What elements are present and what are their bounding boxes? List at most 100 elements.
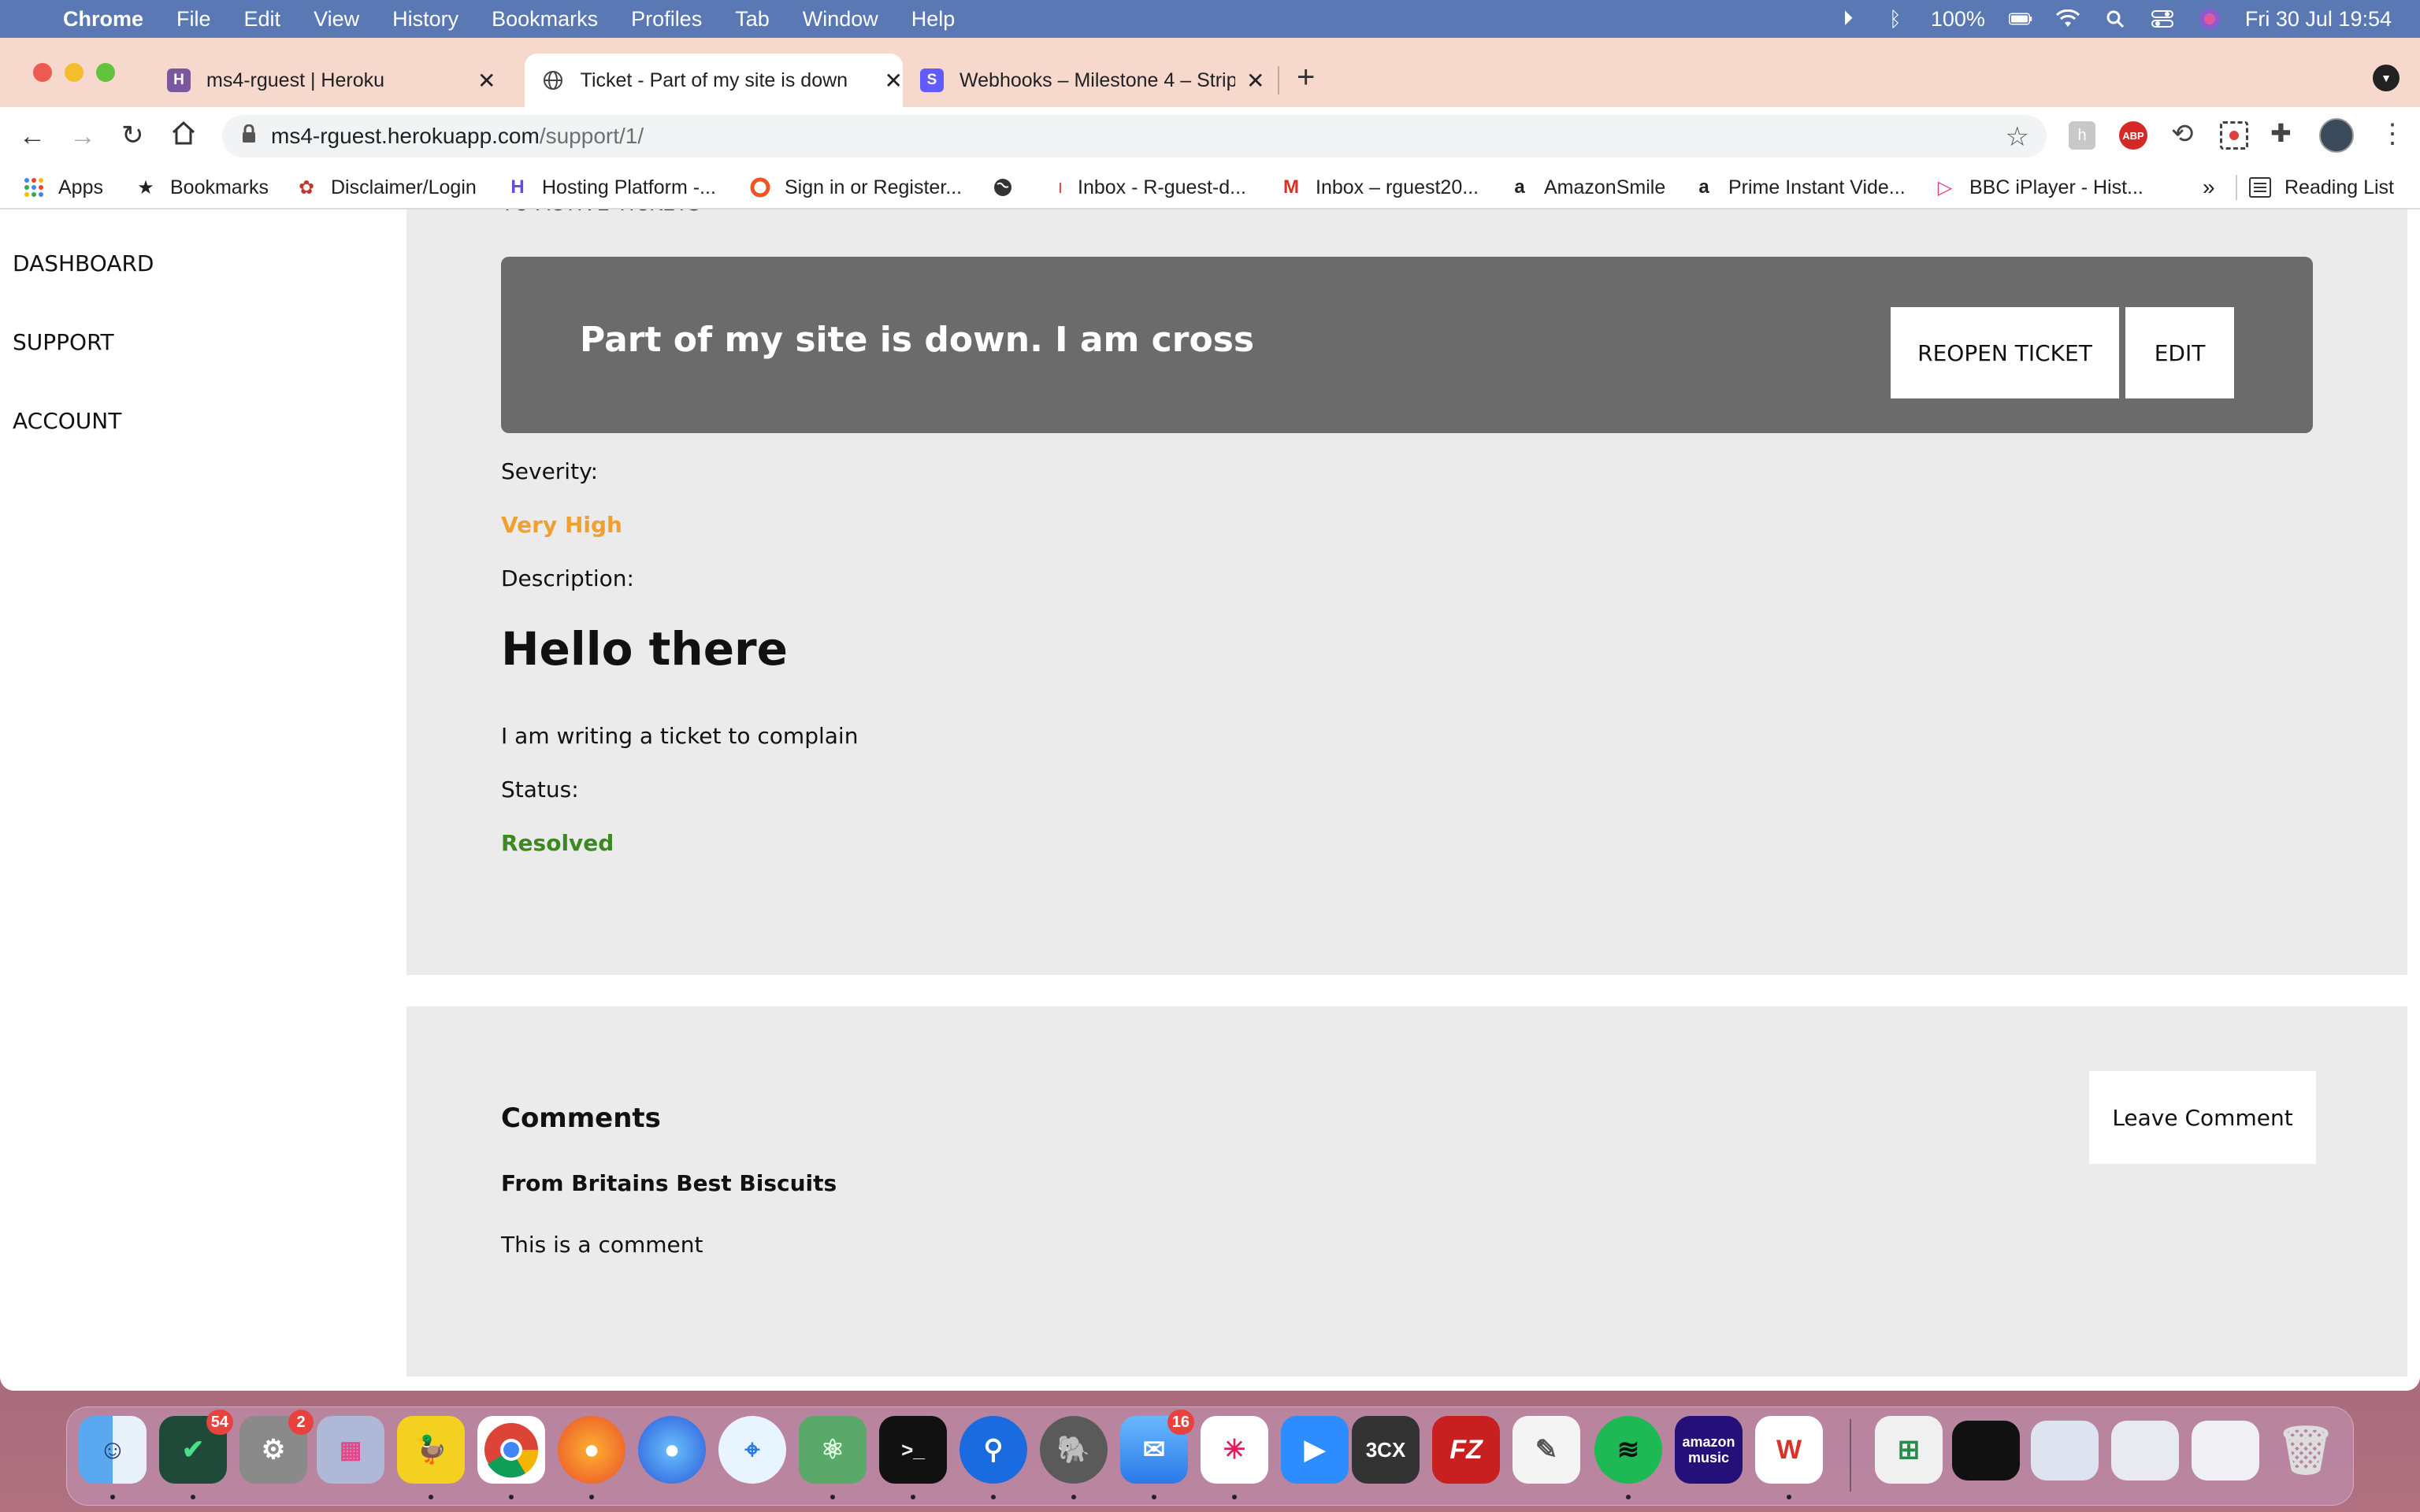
- menu-history[interactable]: History: [392, 7, 458, 32]
- tab-stripe[interactable]: S Webhooks – Milestone 4 – Strip ✕: [914, 54, 1276, 107]
- bookmark-bookmarks[interactable]: ★ Bookmarks: [134, 165, 269, 209]
- sidebar-item-dashboard[interactable]: DASHBOARD: [13, 250, 154, 276]
- menu-file[interactable]: File: [176, 7, 211, 32]
- edit-ticket-button[interactable]: EDIT: [2125, 307, 2234, 398]
- reload-icon[interactable]: ↻: [121, 120, 144, 151]
- tab-heroku[interactable]: H ms4-rguest | Heroku ✕: [154, 54, 517, 107]
- new-tab-plus-icon[interactable]: +: [1297, 60, 1315, 95]
- bookmark-inbox-gmail[interactable]: M Inbox – rguest20...: [1279, 165, 1479, 209]
- battery-percent: 100%: [1930, 6, 1985, 31]
- lock-icon[interactable]: [241, 124, 257, 149]
- leave-comment-button[interactable]: Leave Comment: [2089, 1071, 2316, 1164]
- bookmark-star-icon[interactable]: ☆: [2006, 121, 2029, 153]
- finder-icon[interactable]: ☺: [79, 1416, 147, 1499]
- cyberduck-icon[interactable]: 🦆: [397, 1416, 465, 1499]
- forward-arrow-icon[interactable]: →: [69, 121, 96, 152]
- 3cx-icon[interactable]: 3CX: [1352, 1416, 1420, 1484]
- system-preferences-icon[interactable]: ⚙ 2: [239, 1410, 314, 1484]
- bookmark-hosting-platform[interactable]: H Hosting Platform -...: [506, 165, 716, 209]
- menu-app-name[interactable]: Chrome: [63, 7, 143, 32]
- menu-view[interactable]: View: [314, 7, 359, 32]
- firefox-icon[interactable]: ●: [558, 1416, 625, 1499]
- extension-sync-icon[interactable]: ⟲: [2171, 118, 2194, 150]
- screen-capture-extension-icon[interactable]: [2220, 121, 2248, 150]
- bookmark-prime-video[interactable]: a Prime Instant Vide...: [1692, 165, 1905, 209]
- bookmark-inbox-outlook[interactable]: ı Inbox - R-guest-d...: [1056, 165, 1246, 209]
- home-icon[interactable]: [170, 120, 197, 150]
- bluetooth-icon[interactable]: ᛒ: [1884, 7, 1907, 31]
- spotlight-search-icon[interactable]: [2103, 8, 2127, 30]
- dock-recent-window-thumbnail[interactable]: [2192, 1421, 2259, 1480]
- dock-recent-window-thumbnail[interactable]: [1952, 1421, 2020, 1480]
- adblock-plus-icon[interactable]: ABP: [2119, 121, 2147, 150]
- menu-tab[interactable]: Tab: [735, 7, 770, 32]
- extensions-puzzle-icon[interactable]: ✚: [2270, 118, 2292, 148]
- atom-icon[interactable]: ⚛: [799, 1416, 867, 1499]
- slack-icon[interactable]: ✳: [1201, 1416, 1268, 1499]
- sidebar-item-account[interactable]: ACCOUNT: [13, 408, 121, 434]
- sidebar-item-support[interactable]: SUPPORT: [13, 329, 114, 355]
- bookmark-disclaimer[interactable]: ✿ Disclaimer/Login: [295, 165, 477, 209]
- menu-clock[interactable]: Fri 30 Jul 19:54: [2245, 7, 2392, 32]
- bookmark-globe[interactable]: [991, 165, 1027, 209]
- wifi-icon[interactable]: [2055, 8, 2080, 30]
- settings-badge: 2: [288, 1410, 314, 1435]
- siri-icon[interactable]: [2198, 8, 2221, 30]
- address-bar[interactable]: ms4-rguest.herokuapp.com/support/1/ ☆: [222, 115, 2047, 158]
- menu-help[interactable]: Help: [911, 7, 956, 32]
- bookmark-apps[interactable]: Apps: [22, 165, 103, 209]
- menu-profiles[interactable]: Profiles: [631, 7, 702, 32]
- textedit-icon[interactable]: ✎: [1512, 1416, 1580, 1484]
- window-minimize-button[interactable]: [65, 63, 84, 82]
- bookmark-amazonsmile[interactable]: a AmazonSmile: [1508, 165, 1665, 209]
- launchpad-icon[interactable]: ▦: [317, 1416, 384, 1484]
- trash-icon[interactable]: 🗑: [2272, 1416, 2340, 1484]
- 1password-icon[interactable]: ⚲: [959, 1416, 1027, 1499]
- filezilla-icon[interactable]: FZ: [1432, 1416, 1500, 1484]
- chrome-icon[interactable]: [477, 1416, 545, 1499]
- tab-ticket[interactable]: Ticket - Part of my site is down ✕: [525, 54, 903, 107]
- bookmark-sign-in[interactable]: Sign in or Register...: [748, 165, 962, 209]
- tab-close-icon[interactable]: ✕: [1246, 68, 1264, 94]
- zoom-icon[interactable]: ▶: [1281, 1416, 1349, 1484]
- tab-title: ms4-rguest | Heroku: [206, 69, 385, 91]
- profile-avatar[interactable]: [2319, 118, 2354, 153]
- window-zoom-button[interactable]: [96, 63, 115, 82]
- spotify-icon[interactable]: ≋: [1594, 1416, 1662, 1499]
- url-host: ms4-rguest.herokuapp.com: [271, 124, 540, 148]
- mail-badge: 16: [1167, 1410, 1194, 1435]
- back-arrow-icon[interactable]: ←: [19, 121, 46, 152]
- reopen-ticket-button[interactable]: REOPEN TICKET: [1891, 307, 2119, 398]
- tab-close-icon[interactable]: ✕: [477, 68, 496, 94]
- amazon-music-icon[interactable]: amazon music: [1675, 1416, 1743, 1484]
- iplayer-icon: ▷: [1937, 176, 1953, 198]
- terminal-icon[interactable]: >_: [879, 1416, 947, 1499]
- dock-recent-window-thumbnail[interactable]: [2031, 1421, 2099, 1480]
- bookmarks-overflow-chevron-icon[interactable]: »: [2203, 165, 2215, 209]
- tasks-badge: 54: [206, 1410, 233, 1435]
- extension-heroku-icon[interactable]: h: [2069, 121, 2095, 150]
- menu-window[interactable]: Window: [803, 7, 878, 32]
- tab-title: Ticket - Part of my site is down: [580, 69, 848, 91]
- menu-edit[interactable]: Edit: [244, 7, 281, 32]
- window-close-button[interactable]: [33, 63, 52, 82]
- menu-bookmarks[interactable]: Bookmarks: [492, 7, 598, 32]
- tab-search-chevron-icon[interactable]: ▼: [2373, 65, 2400, 91]
- play-status-icon[interactable]: ⏵: [1836, 6, 1860, 30]
- firefox-developer-icon[interactable]: ●: [638, 1416, 706, 1484]
- tableplus-icon[interactable]: 🐘: [1040, 1416, 1108, 1499]
- dock-recent-window-thumbnail[interactable]: [2111, 1421, 2179, 1480]
- battery-icon[interactable]: [2008, 8, 2032, 30]
- wps-office-icon[interactable]: W: [1755, 1416, 1823, 1499]
- reading-list-button[interactable]: Reading List: [2248, 165, 2394, 209]
- chrome-menu-kebab-icon[interactable]: ⋮: [2379, 118, 2406, 150]
- mail-icon[interactable]: ✉ 16: [1120, 1410, 1194, 1499]
- control-center-icon[interactable]: [2151, 8, 2174, 30]
- bookmark-bbc-iplayer[interactable]: ▷ BBC iPlayer - Hist...: [1933, 165, 2143, 209]
- back-to-tickets-link[interactable]: TO ACTIVE TICKETS: [501, 209, 701, 216]
- description-body: I am writing a ticket to complain: [501, 723, 859, 749]
- safari-icon[interactable]: ⌖: [718, 1416, 786, 1484]
- spreadsheet-document-icon[interactable]: ⊞: [1875, 1416, 1943, 1484]
- tasks-icon[interactable]: ✔ 54: [159, 1410, 233, 1499]
- tab-close-icon[interactable]: ✕: [885, 68, 903, 94]
